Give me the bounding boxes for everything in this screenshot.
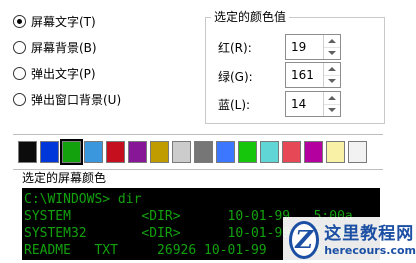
color-swatch[interactable] [238, 141, 257, 163]
watermark-text: 这里教程网 herecours.com [324, 224, 416, 257]
blue-spinner[interactable]: 14 [285, 91, 341, 117]
color-swatch[interactable] [326, 141, 345, 163]
color-swatch[interactable] [216, 141, 235, 163]
red-spinner[interactable]: 19 [285, 34, 341, 60]
watermark: Z 这里教程网 herecours.com [283, 217, 416, 263]
radio-screen-text[interactable]: 屏幕文字(T) [13, 12, 96, 30]
color-swatch[interactable] [40, 141, 59, 163]
green-label: 绿(G): [218, 70, 253, 84]
green-spinner[interactable]: 161 [285, 62, 341, 88]
arrow-up-icon [328, 95, 336, 100]
spin-down-button[interactable] [324, 46, 340, 60]
arrow-up-icon [328, 38, 336, 43]
spin-down-button[interactable] [324, 74, 340, 88]
spin-arrows [323, 35, 340, 59]
red-label: 红(R): [218, 41, 252, 55]
watermark-url: herecours.com [324, 243, 416, 257]
color-swatch[interactable] [348, 141, 367, 163]
radio-screen-background[interactable]: 屏幕背景(B) [13, 38, 97, 56]
radio-button-checked[interactable] [13, 14, 26, 28]
radio-popup-text[interactable]: 弹出文字(P) [13, 64, 96, 82]
watermark-logo-icon: Z [289, 221, 320, 259]
color-swatch[interactable] [282, 141, 301, 163]
color-swatch[interactable] [18, 141, 37, 163]
radio-label: 弹出窗口背景(U) [31, 92, 122, 107]
console-line: C:\WINDOWS> dir [24, 192, 142, 207]
color-swatch[interactable] [84, 141, 103, 163]
arrow-down-icon [328, 108, 336, 113]
arrow-down-icon [328, 51, 336, 56]
blue-label: 蓝(L): [218, 98, 251, 112]
color-swatch[interactable] [172, 141, 191, 163]
watermark-name: 这里教程网 [324, 223, 415, 244]
radio-button[interactable] [13, 40, 26, 54]
preview-title: 选定的屏幕颜色 [22, 171, 107, 185]
arrow-down-icon [328, 79, 336, 84]
blue-value[interactable]: 14 [286, 92, 323, 116]
spin-up-button[interactable] [324, 92, 340, 104]
spin-down-button[interactable] [324, 103, 340, 117]
green-value[interactable]: 161 [286, 63, 323, 87]
spin-arrows [323, 92, 340, 116]
red-value[interactable]: 19 [286, 35, 323, 59]
radio-label: 屏幕文字(T) [31, 14, 96, 29]
spin-arrows [323, 63, 340, 87]
color-swatch[interactable] [304, 141, 323, 163]
radio-label: 弹出文字(P) [31, 66, 96, 81]
color-swatch[interactable] [128, 141, 147, 163]
radio-button[interactable] [13, 92, 26, 106]
radio-popup-background[interactable]: 弹出窗口背景(U) [13, 90, 121, 108]
spin-up-button[interactable] [324, 63, 340, 75]
arrow-up-icon [328, 66, 336, 71]
color-palette [13, 134, 383, 170]
radio-label: 屏幕背景(B) [31, 40, 97, 55]
color-swatch[interactable] [260, 141, 279, 163]
spin-up-button[interactable] [324, 35, 340, 47]
color-swatch[interactable] [60, 139, 83, 165]
radio-button[interactable] [13, 66, 26, 80]
color-swatch[interactable] [194, 141, 213, 163]
selected-color-group-title: 选定的颜色值 [211, 10, 290, 24]
watermark-logo-letter: Z [295, 225, 313, 254]
color-swatch[interactable] [150, 141, 169, 163]
color-swatch[interactable] [106, 141, 125, 163]
